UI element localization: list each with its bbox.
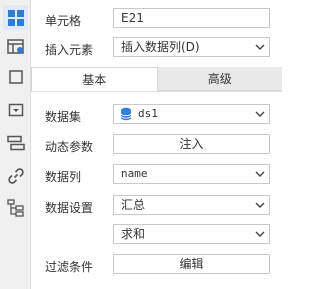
database-icon — [120, 107, 132, 123]
aggregate-select[interactable]: 求和 — [113, 224, 270, 244]
data-setting-select[interactable]: 汇总 — [113, 195, 270, 215]
edit-filter-button[interactable]: 编辑 — [113, 254, 270, 274]
dataset-value: ds1 — [138, 107, 158, 120]
dataset-select[interactable]: ds1 — [113, 104, 270, 124]
data-column-value: name — [121, 167, 148, 180]
data-setting-label: 数据设置 — [45, 201, 94, 215]
chevron-down-icon[interactable] — [251, 165, 269, 183]
insert-element-select[interactable]: 插入数据列(D) — [113, 37, 270, 57]
tab-basic[interactable]: 基本 — [31, 67, 158, 91]
cell-label: 单元格 — [45, 14, 82, 28]
property-panel: 单元格 E21 插入元素 插入数据列(D) 基本 高级 数据集 ds1 动态参数… — [31, 0, 282, 289]
tab-bar: 基本 高级 — [31, 67, 282, 91]
sidebar — [0, 0, 31, 289]
dynamic-param-label: 动态参数 — [45, 140, 94, 154]
data-setting-value: 汇总 — [121, 198, 146, 212]
dataset-label: 数据集 — [45, 110, 82, 124]
data-column-select[interactable]: name — [113, 164, 270, 184]
tree-structure-icon[interactable] — [6, 198, 26, 218]
cell-style-icon[interactable] — [6, 67, 26, 87]
chevron-down-icon[interactable] — [251, 105, 269, 123]
aggregate-value: 求和 — [121, 227, 146, 241]
insert-element-label: 插入元素 — [45, 43, 94, 57]
chevron-down-icon[interactable] — [251, 196, 269, 214]
tab-divider — [31, 91, 282, 92]
tab-advanced[interactable]: 高级 — [157, 67, 282, 91]
cell-field[interactable]: E21 — [113, 8, 270, 28]
data-column-label: 数据列 — [45, 170, 82, 184]
cell-element-icon[interactable] — [3, 5, 28, 30]
chevron-down-icon[interactable] — [251, 225, 269, 243]
cell-attribute-icon[interactable] — [6, 37, 26, 57]
filter-label: 过滤条件 — [45, 260, 94, 274]
chevron-down-icon[interactable] — [251, 38, 269, 56]
condition-attribute-icon[interactable] — [6, 133, 26, 153]
insert-element-value: 插入数据列(D) — [121, 40, 200, 54]
hyperlink-icon[interactable] — [6, 166, 26, 186]
inject-button[interactable]: 注入 — [113, 134, 270, 154]
widget-settings-icon[interactable] — [6, 100, 26, 120]
